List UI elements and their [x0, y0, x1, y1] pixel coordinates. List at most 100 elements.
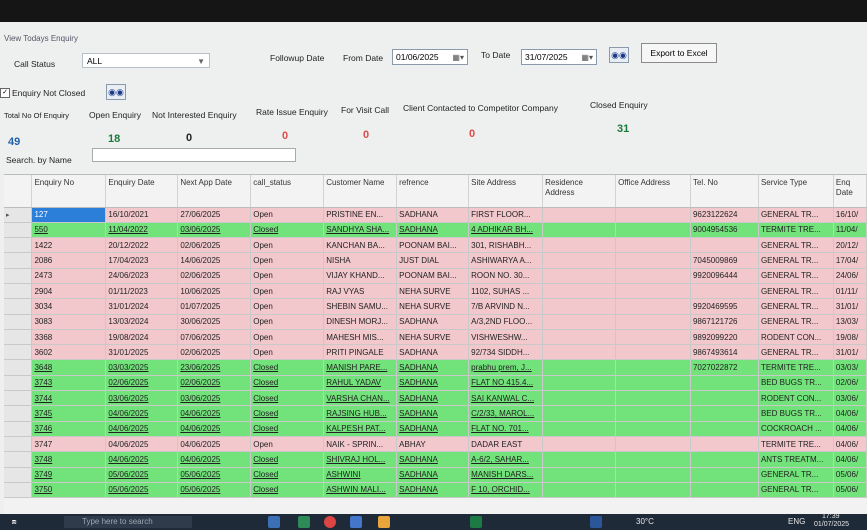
cell-enq[interactable]: 16/10/ — [833, 207, 867, 223]
cell-tel[interactable] — [690, 451, 759, 468]
cell-site[interactable]: 4 ADHIKAR BH... — [468, 222, 544, 239]
cell-site[interactable]: A/3,2ND FLOO... — [468, 314, 544, 330]
cell-status[interactable]: Open — [250, 314, 325, 330]
cell-tel[interactable]: 9867493614 — [690, 344, 759, 361]
cell-site[interactable]: 1102, SUHAS ... — [468, 283, 544, 300]
cell-enq[interactable]: 31/01/ — [833, 298, 867, 315]
chrome-icon[interactable] — [324, 516, 336, 528]
cell-res[interactable] — [542, 451, 617, 468]
cell-res[interactable] — [542, 237, 617, 254]
cell-enq[interactable]: 05/06/ — [833, 482, 867, 499]
cell-tel[interactable]: 9004954536 — [690, 222, 759, 239]
excel-icon[interactable] — [470, 516, 482, 528]
cell-ref[interactable]: NEHA SURVE — [396, 298, 470, 315]
cell-status[interactable]: Open — [250, 298, 325, 315]
cell-service[interactable]: TERMITE TRE... — [758, 359, 834, 376]
cell-next[interactable]: 01/07/2025 — [177, 298, 252, 315]
column-header[interactable]: Site Address — [468, 175, 544, 208]
cell-next[interactable]: 02/06/2025 — [177, 237, 252, 254]
cell-ref[interactable]: SADHANA — [396, 375, 470, 392]
cell-next[interactable]: 04/06/2025 — [177, 436, 252, 453]
cell-ref[interactable]: SADHANA — [396, 390, 470, 407]
cell-name[interactable]: VARSHA CHAN... — [323, 390, 398, 407]
column-header[interactable]: Tel. No — [690, 175, 759, 208]
cell-date[interactable]: 05/06/2025 — [105, 467, 179, 483]
cell-office[interactable] — [615, 298, 691, 315]
cell-status[interactable]: Open — [250, 344, 325, 361]
table-row[interactable]: 3368 19/08/2024 07/06/2025 Open MAHESH MIS..… — [4, 329, 867, 346]
table-row[interactable]: 2473 24/06/2023 02/06/2025 Open VIJAY KHAND.… — [4, 268, 867, 284]
cell-next[interactable]: 04/06/2025 — [177, 421, 252, 437]
cell-no[interactable]: 2473 — [31, 268, 107, 284]
cell-next[interactable]: 27/06/2025 — [177, 207, 252, 223]
cell-ref[interactable]: POONAM BAI... — [396, 268, 470, 284]
cell-no[interactable]: 550 — [31, 222, 107, 239]
cell-no[interactable]: 3749 — [31, 467, 107, 483]
cell-service[interactable]: GENERAL TR... — [758, 268, 834, 284]
cell-tel[interactable]: 9892099220 — [690, 329, 759, 346]
cell-enq[interactable]: 04/06/ — [833, 405, 867, 422]
cell-site[interactable]: FLAT NO 415.4... — [468, 375, 544, 392]
cell-service[interactable]: BED BUGS TR... — [758, 375, 834, 392]
edge-icon[interactable] — [298, 516, 310, 528]
cell-tel[interactable] — [690, 467, 759, 483]
cell-name[interactable]: ASHWINI — [323, 467, 398, 483]
cell-status[interactable]: Open — [250, 329, 325, 346]
cell-no[interactable]: 3034 — [31, 298, 107, 315]
table-row[interactable]: 1422 20/12/2022 02/06/2025 Open KANCHAN BA..… — [4, 237, 867, 254]
cell-office[interactable] — [615, 451, 691, 468]
cell-tel[interactable]: 9867121726 — [690, 314, 759, 330]
cell-status[interactable]: Closed — [250, 451, 325, 468]
cell-site[interactable]: 301, RISHABH... — [468, 237, 544, 254]
cell-tel[interactable]: 7027022872 — [690, 359, 759, 376]
cell-name[interactable]: RAJSING HUB... — [323, 405, 398, 422]
cell-res[interactable] — [542, 222, 617, 239]
file-explorer-icon[interactable] — [268, 516, 280, 528]
cell-name[interactable]: RAHUL YADAV — [323, 375, 398, 392]
cell-service[interactable]: GENERAL TR... — [758, 237, 834, 254]
column-header[interactable]: Office Address — [615, 175, 691, 208]
cell-date[interactable]: 03/03/2025 — [105, 359, 179, 376]
cell-res[interactable] — [542, 283, 617, 300]
cell-site[interactable]: MANISH DARS... — [468, 467, 544, 483]
cell-name[interactable]: PRISTINE EN... — [323, 207, 398, 223]
cell-office[interactable] — [615, 436, 691, 453]
taskbar-search[interactable]: Type here to search — [64, 516, 192, 528]
cell-no[interactable]: 2904 — [31, 283, 107, 300]
cell-next[interactable]: 23/06/2025 — [177, 359, 252, 376]
cell-office[interactable] — [615, 222, 691, 239]
cell-next[interactable]: 07/06/2025 — [177, 329, 252, 346]
cell-next[interactable]: 10/06/2025 — [177, 283, 252, 300]
cell-no[interactable]: 3750 — [31, 482, 107, 499]
table-row[interactable]: 3750 05/06/2025 05/06/2025 Closed ASHWIN MAL… — [4, 482, 867, 499]
cell-ref[interactable]: SADHANA — [396, 314, 470, 330]
cell-service[interactable]: ANTS TREATM... — [758, 451, 834, 468]
cell-tel[interactable] — [690, 421, 759, 437]
cell-enq[interactable]: 05/06/ — [833, 467, 867, 483]
cell-office[interactable] — [615, 283, 691, 300]
cell-name[interactable]: KALPESH PAT... — [323, 421, 398, 437]
cell-enq[interactable]: 17/04/ — [833, 252, 867, 269]
from-date-picker[interactable]: 01/06/2025 ▦▾ — [392, 49, 468, 65]
cell-next[interactable]: 03/06/2025 — [177, 390, 252, 407]
cell-site[interactable]: FIRST FLOOR... — [468, 207, 544, 223]
cell-date[interactable]: 16/10/2021 — [105, 207, 179, 223]
cell-res[interactable] — [542, 405, 617, 422]
cell-site[interactable]: 7/B ARVIND N... — [468, 298, 544, 315]
cell-office[interactable] — [615, 329, 691, 346]
word-icon[interactable] — [590, 516, 602, 528]
cell-tel[interactable] — [690, 482, 759, 499]
cell-enq[interactable]: 03/03/ — [833, 359, 867, 376]
row-indicator[interactable] — [4, 283, 33, 300]
filter-binoculars-button[interactable]: ◉◉ — [106, 84, 126, 100]
cell-site[interactable]: VISHWESHW... — [468, 329, 544, 346]
cell-service[interactable]: RODENT CON... — [758, 390, 834, 407]
cell-no[interactable]: 2086 — [31, 252, 107, 269]
cell-date[interactable]: 31/01/2024 — [105, 298, 179, 315]
row-indicator[interactable] — [4, 421, 33, 437]
cell-date[interactable]: 04/06/2025 — [105, 451, 179, 468]
cell-office[interactable] — [615, 467, 691, 483]
cell-status[interactable]: Open — [250, 283, 325, 300]
cell-next[interactable]: 05/06/2025 — [177, 467, 252, 483]
cell-office[interactable] — [615, 359, 691, 376]
